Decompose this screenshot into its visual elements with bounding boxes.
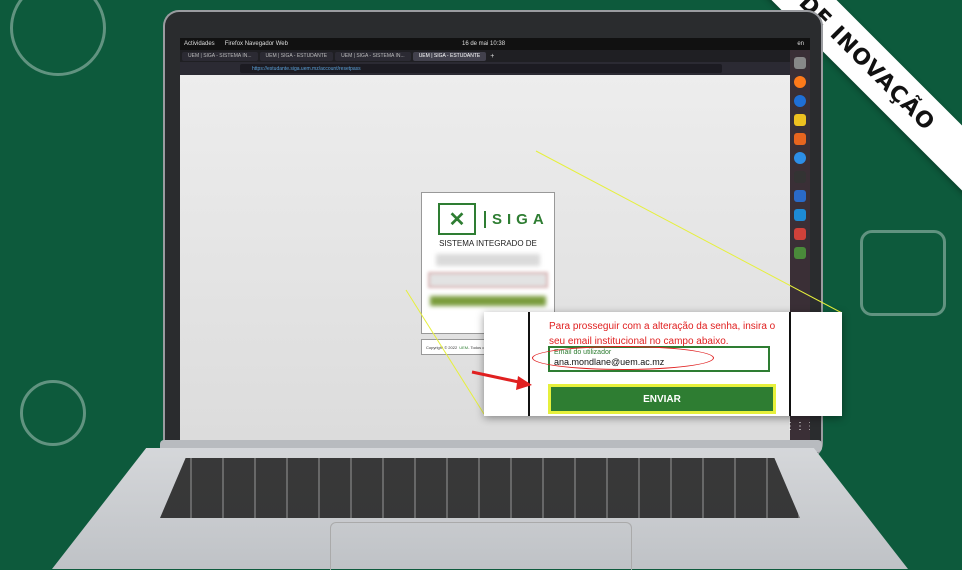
thunderbird-icon[interactable] (794, 95, 806, 107)
system-tray[interactable]: en (797, 41, 804, 47)
email-highlight-oval (532, 346, 714, 370)
zoom-callout: Para prosseguir com a alteração da senha… (484, 312, 842, 416)
laptop-trackpad (330, 522, 632, 570)
activities-button[interactable]: Actividades (184, 41, 215, 47)
browser-tab[interactable]: UEM | SIGA - ESTUDANTE (259, 51, 334, 61)
impress-icon[interactable] (794, 228, 806, 240)
send-button[interactable]: ENVIAR (548, 384, 776, 414)
copyright-text: Copyright © 2022 (426, 344, 458, 350)
zoom-right-border (789, 312, 791, 416)
siga-logo-icon: ✕ (438, 203, 476, 235)
blurred-email-field[interactable] (428, 272, 548, 288)
blurred-send-button[interactable] (430, 296, 546, 306)
help-icon[interactable] (794, 152, 806, 164)
terminal-icon[interactable] (794, 171, 806, 183)
clock[interactable]: 16 de mai 10:38 (462, 41, 505, 47)
zoom-left-border (528, 312, 530, 416)
browser-tab[interactable]: UEM | SIGA - SISTEMA IN... (182, 51, 258, 61)
background-doodle (20, 380, 86, 446)
new-tab-icon[interactable]: + (490, 53, 494, 60)
firefox-icon[interactable] (794, 76, 806, 88)
blurred-text (436, 254, 540, 266)
background-doodle (860, 230, 946, 316)
browser-url-bar: https://estudante.siga.uem.mz/account/re… (180, 62, 790, 75)
browser-tab-bar: UEM | SIGA - SISTEMA IN... UEM | SIGA - … (180, 50, 790, 62)
writer-icon[interactable] (794, 190, 806, 202)
files-icon[interactable] (794, 57, 806, 69)
vscode-icon[interactable] (794, 209, 806, 221)
os-top-bar: Actividades Firefox Navegador Web 16 de … (180, 38, 810, 50)
siga-logo: ✕ SIGA (438, 203, 554, 235)
uem-link[interactable]: UEM (459, 345, 468, 350)
browser-tab-active[interactable]: UEM | SIGA - ESTUDANTE (412, 51, 487, 61)
background-doodle (10, 0, 106, 76)
browser-tab[interactable]: UEM | SIGA - SISTEMA IN... (335, 51, 411, 61)
laptop-keyboard (160, 458, 800, 518)
show-apps-icon[interactable]: ⋮⋮⋮ (785, 421, 810, 432)
red-arrow-icon (471, 370, 532, 390)
address-input[interactable]: https://estudante.siga.uem.mz/account/re… (240, 64, 722, 73)
trash-icon[interactable] (794, 247, 806, 259)
rhythmbox-icon[interactable] (794, 114, 806, 126)
system-subtitle: SISTEMA INTEGRADO DE (439, 239, 537, 248)
software-center-icon[interactable] (794, 133, 806, 145)
reset-instruction-text: Para prosseguir com a alteração da senha… (549, 321, 776, 347)
logo-text: SIGA (484, 210, 549, 228)
app-menu-label[interactable]: Firefox Navegador Web (225, 41, 288, 47)
